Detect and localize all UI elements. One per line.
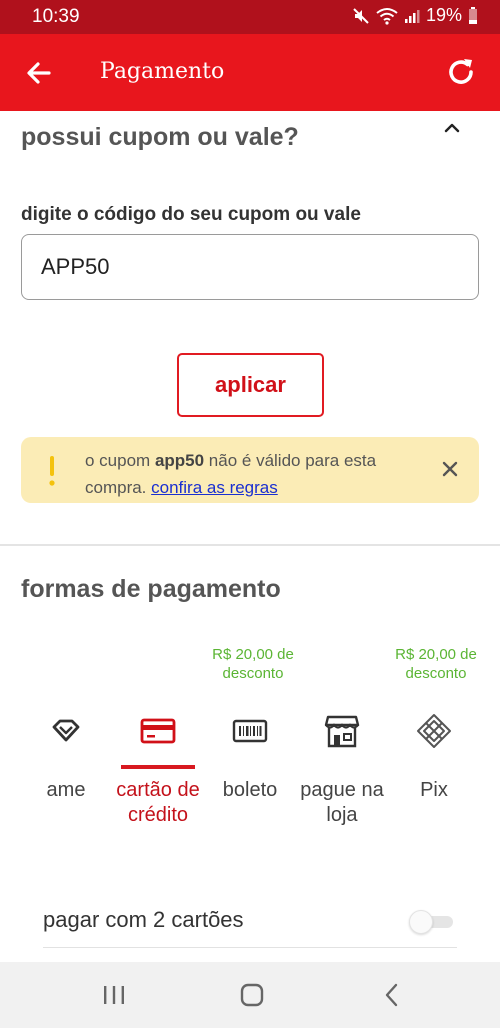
payment-option-label: cartão de crédito <box>116 779 200 826</box>
chevron-up-icon <box>444 123 460 133</box>
apply-coupon-button[interactable]: aplicar <box>177 353 324 417</box>
barcode-icon <box>232 719 268 743</box>
status-time: 10:39 <box>32 6 80 27</box>
alert-message: o cupom app50 não é válido para esta com… <box>85 447 430 501</box>
battery-icon <box>469 6 477 24</box>
exclamation-icon <box>49 456 55 486</box>
payment-option-label: pague na loja <box>300 779 384 826</box>
payment-option-boleto[interactable]: boleto <box>202 700 298 870</box>
toggle-knob <box>409 910 433 934</box>
alert-text-before: o cupom <box>85 451 155 470</box>
store-icon <box>324 715 360 748</box>
alert-coupon-code: app50 <box>154 451 205 470</box>
payment-option-label: boleto <box>222 779 278 801</box>
app-bar: Pagamento <box>0 34 500 111</box>
payment-section-title: formas de pagamento <box>21 575 281 603</box>
two-cards-row: pagar com 2 cartões <box>43 896 457 948</box>
two-cards-toggle[interactable] <box>409 910 457 934</box>
system-nav-bar <box>0 962 500 1028</box>
signal-icon <box>404 9 420 23</box>
ame-icon <box>52 719 80 742</box>
close-icon <box>442 461 458 477</box>
refresh-icon <box>449 59 473 84</box>
coupon-field-label: digite o código do seu cupom ou vale <box>21 204 361 225</box>
two-cards-label: pagar com 2 cartões <box>43 907 244 932</box>
status-icons: 19% <box>352 5 478 26</box>
pix-discount-label: R$ 20,00 de desconto <box>395 646 477 682</box>
mute-icon <box>353 7 369 24</box>
payment-option-store[interactable]: pague na loja <box>294 700 390 870</box>
recent-apps-icon <box>104 986 124 1004</box>
collapse-button[interactable] <box>440 118 464 138</box>
rules-link[interactable]: confira as regras <box>151 478 278 497</box>
section-divider <box>0 544 500 546</box>
home-button[interactable] <box>237 980 267 1010</box>
refresh-button[interactable] <box>444 55 478 89</box>
battery-percentage: 19% <box>425 5 462 25</box>
recent-apps-button[interactable] <box>99 980 129 1010</box>
alert-close-button[interactable] <box>442 461 458 477</box>
pix-icon <box>417 714 451 748</box>
chevron-left-icon <box>385 983 398 1007</box>
arrow-left-icon <box>27 62 51 84</box>
payment-option-label: Pix <box>420 779 448 801</box>
payment-option-ame[interactable]: ame <box>18 700 114 870</box>
payment-option-label: ame <box>46 779 86 801</box>
wifi-icon <box>376 7 398 25</box>
page-title: Pagamento <box>100 59 225 84</box>
payment-option-credit-card[interactable]: cartão de crédito <box>110 700 206 870</box>
status-bar: 10:39 19% <box>0 0 500 34</box>
credit-card-icon <box>140 718 176 744</box>
payment-option-pix[interactable]: Pix <box>386 700 482 870</box>
home-icon <box>240 983 264 1007</box>
back-button[interactable] <box>24 58 54 88</box>
boleto-discount-label: R$ 20,00 de desconto <box>212 646 294 682</box>
coupon-code-input[interactable] <box>21 234 479 300</box>
coupon-error-alert: o cupom app50 não é válido para esta com… <box>21 437 479 503</box>
system-back-button[interactable] <box>377 980 407 1010</box>
active-tab-indicator <box>121 765 195 769</box>
coupon-section-title: possui cupom ou vale? <box>21 123 299 151</box>
